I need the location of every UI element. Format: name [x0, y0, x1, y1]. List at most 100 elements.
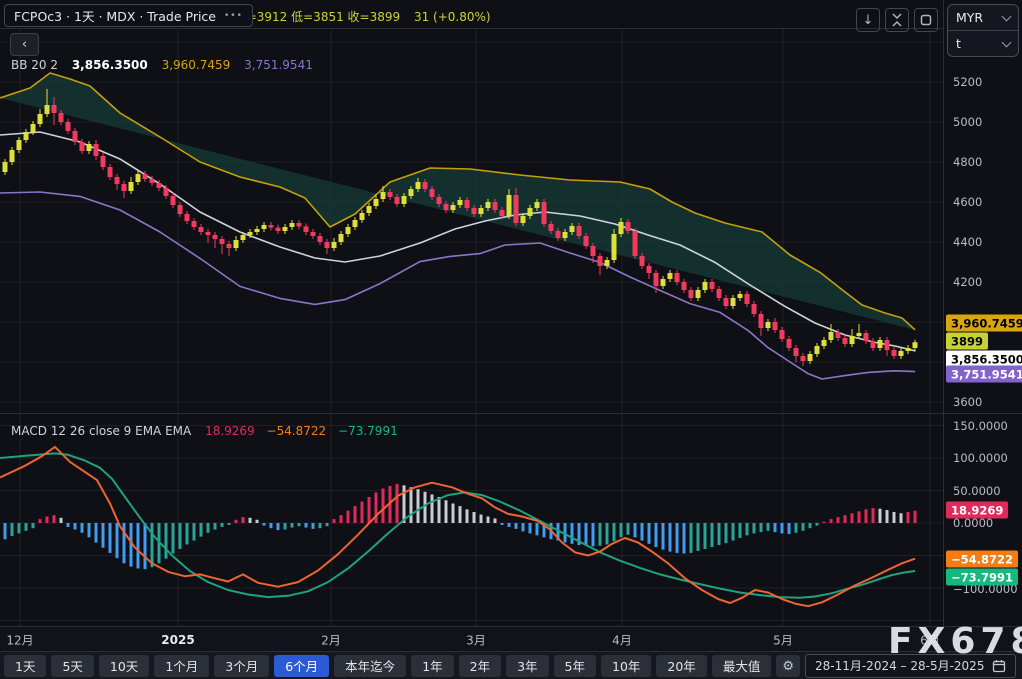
candle-body	[660, 279, 666, 286]
candle-body	[716, 289, 722, 298]
macd-histogram-bar	[206, 523, 210, 533]
candle-body	[240, 235, 246, 240]
candle-body	[408, 189, 414, 196]
macd-histogram-bar	[458, 506, 462, 523]
candle-body	[828, 332, 834, 340]
currency-dropdown[interactable]: MYR	[948, 5, 1018, 30]
maximize-pane-button[interactable]	[914, 8, 938, 32]
range-button-2年[interactable]: 2年	[458, 654, 502, 677]
candle-body	[464, 200, 470, 208]
candle-body	[912, 342, 918, 348]
range-button-1个月[interactable]: 1个月	[154, 654, 210, 677]
candle-body	[737, 294, 743, 298]
candle-body	[548, 224, 554, 231]
time-label-6月: 6月	[920, 633, 940, 647]
macd-histogram-bar	[745, 523, 749, 536]
price-chart-canvas[interactable]	[0, 0, 943, 626]
macd-tick: 150.0000	[953, 419, 1008, 433]
candle-body	[667, 273, 673, 279]
macd-histogram-bar	[45, 516, 49, 523]
macd-histogram-bar	[675, 523, 679, 553]
range-button-3年[interactable]: 3年	[506, 654, 549, 677]
price-tick: 4800	[953, 155, 983, 169]
candle-body	[338, 234, 344, 242]
macd-histogram-bar	[521, 523, 525, 532]
bb-upper-value: 3,960.7459	[161, 58, 231, 72]
symbol-tab[interactable]: FCPOc3 · 1天 · MDX · Trade Price •••	[4, 4, 253, 27]
macd-histogram-bar	[843, 515, 847, 523]
candle-body	[44, 105, 50, 114]
macd-histogram-bar	[150, 523, 154, 568]
unit-value: t	[956, 36, 961, 51]
chevron-down-icon	[1001, 11, 1012, 21]
candle-body	[849, 336, 855, 344]
candle-body	[30, 124, 36, 132]
macd-histogram-bar	[479, 514, 483, 523]
macd-histogram-bar	[241, 517, 245, 523]
candle-body	[779, 330, 785, 339]
symbol-title: FCPOc3 · 1天 · MDX · Trade Price	[14, 9, 216, 24]
macd-hist-value: 18.9269	[205, 424, 255, 438]
macd-histogram-bar	[605, 523, 609, 545]
price-tick: 4200	[953, 275, 983, 289]
range-button-3个月[interactable]: 3个月	[214, 654, 270, 677]
candle-body	[611, 234, 617, 260]
macd-histogram-bar	[311, 523, 315, 529]
candle-body	[37, 114, 43, 124]
range-button-6个月[interactable]: 6个月	[274, 654, 330, 677]
time-axis[interactable]: 12月 2025 2月 3月 4月 5月 6月	[0, 626, 1022, 652]
range-button-5年[interactable]: 5年	[553, 654, 596, 677]
scroll-down-button[interactable]: ↓	[856, 8, 880, 32]
macd-histogram-bar	[339, 515, 343, 523]
macd-histogram-bar	[619, 523, 623, 538]
candle-body	[534, 202, 540, 208]
bb-indicator-legend[interactable]: BB 20 2 3,856.3500 3,960.7459 3,751.9541	[11, 58, 313, 72]
macd-histogram-bar	[136, 523, 140, 569]
macd-histogram-bar	[507, 523, 511, 527]
candle-body	[758, 314, 764, 328]
time-label-5月: 5月	[773, 633, 793, 647]
range-button-10天[interactable]: 10天	[98, 654, 150, 677]
back-button[interactable]: ‹	[10, 33, 39, 56]
time-label-4月: 4月	[612, 633, 632, 647]
candle-body	[485, 202, 491, 208]
macd-indicator-legend[interactable]: MACD 12 26 close 9 EMA EMA 18.9269 −54.8…	[11, 424, 398, 438]
candle-body	[800, 356, 806, 361]
macd-histogram-bar	[444, 500, 448, 523]
macd-histogram-bar	[724, 523, 728, 544]
candle-body	[16, 140, 22, 150]
macd-histogram-bar	[87, 523, 91, 538]
macd-histogram-bar	[332, 519, 336, 523]
macd-histogram-bar	[864, 509, 868, 523]
macd-histogram-bar	[647, 523, 651, 544]
macd-histogram-bar	[682, 523, 686, 554]
date-range-picker[interactable]: 28-11月-2024 – 28-5月-2025	[804, 653, 1017, 678]
macd-histogram-bar	[38, 519, 42, 523]
range-button-10年[interactable]: 10年	[601, 654, 652, 677]
candle-body	[639, 256, 645, 266]
range-button-5天[interactable]: 5天	[51, 654, 94, 677]
candle-body	[492, 202, 498, 210]
candle-body	[303, 226, 309, 232]
macd-histogram-bar	[871, 508, 875, 523]
candle-body	[569, 226, 575, 232]
range-button-最大值[interactable]: 最大值	[711, 654, 772, 677]
currency-unit-selector: MYR t	[947, 4, 1019, 57]
candle-body	[730, 298, 736, 306]
range-button-1年[interactable]: 1年	[411, 654, 454, 677]
macd-histogram-bar	[409, 487, 413, 523]
more-options-icon[interactable]: •••	[224, 11, 243, 21]
candle-body	[170, 196, 176, 205]
range-button-1天[interactable]: 1天	[4, 654, 47, 677]
range-button-本年迄今[interactable]: 本年迄今	[334, 654, 407, 677]
candle-body	[821, 340, 827, 346]
unit-dropdown[interactable]: t	[948, 30, 1018, 56]
collapse-pane-button[interactable]	[885, 8, 909, 32]
price-axis[interactable]: MYR t 5200 5000 4800 4600 4400 4200 3600 3,960.…	[943, 0, 1022, 626]
candle-body	[415, 182, 421, 189]
range-button-20年[interactable]: 20年	[656, 654, 707, 677]
collapse-icon	[892, 13, 902, 27]
candle-body	[863, 333, 869, 341]
range-settings-button[interactable]: ⚙	[776, 654, 800, 677]
candle-body	[541, 202, 547, 224]
